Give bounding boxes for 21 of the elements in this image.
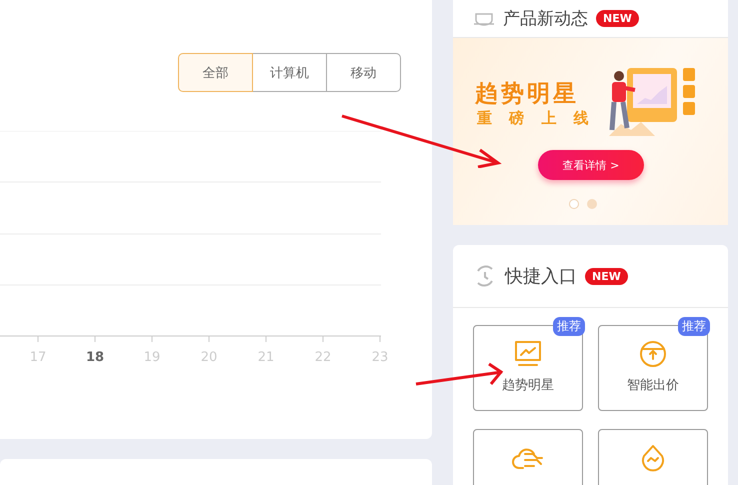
filter-tab[interactable]: 计算机 bbox=[252, 53, 327, 92]
axis-label: 18 bbox=[86, 350, 104, 365]
new-badge: NEW bbox=[585, 268, 628, 284]
banner-subline: 重 磅 上 线 bbox=[477, 109, 595, 128]
filter-tab[interactable]: 移动 bbox=[326, 53, 401, 92]
banner-headline: 趋势明星 bbox=[475, 80, 579, 109]
upload-circle-icon bbox=[638, 340, 668, 368]
carousel-dot[interactable] bbox=[587, 199, 597, 209]
promo-banner[interactable]: 趋势明星 重 磅 上 线 查看详情 > bbox=[453, 38, 728, 225]
view-details-button[interactable]: 查看详情 > bbox=[538, 150, 644, 180]
card-title: 快捷入口 bbox=[505, 265, 577, 288]
carousel-dot[interactable] bbox=[569, 199, 579, 209]
filter-tab[interactable]: 全部 bbox=[178, 53, 253, 92]
recommend-badge: 推荐 bbox=[553, 317, 585, 336]
monitor-chart-icon bbox=[513, 340, 543, 368]
tile-label: 趋势明星 bbox=[502, 377, 554, 394]
card-title: 产品新动态 bbox=[503, 8, 588, 30]
cup-icon bbox=[473, 12, 495, 26]
tile-label: 智能出价 bbox=[627, 377, 679, 394]
new-badge: NEW bbox=[596, 10, 639, 27]
recommend-badge: 推荐 bbox=[678, 317, 710, 336]
